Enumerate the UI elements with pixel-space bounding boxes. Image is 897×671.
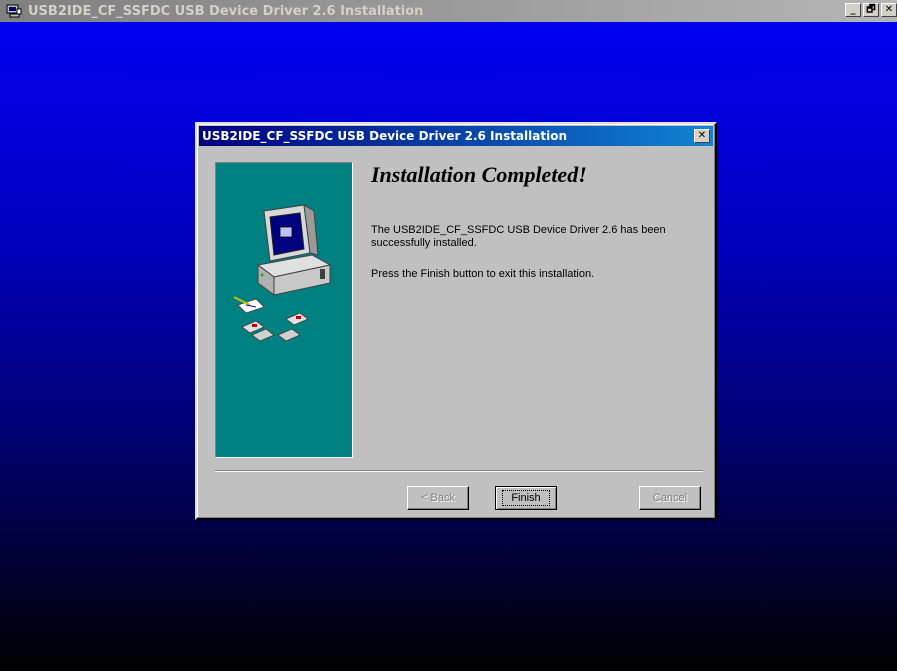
completion-heading: Installation Completed! <box>371 162 587 187</box>
dialog-titlebar[interactable]: USB2IDE_CF_SSFDC USB Device Driver 2.6 I… <box>199 126 713 146</box>
restore-button[interactable]: 🗗 <box>863 3 879 17</box>
finish-button-label: Finish <box>502 490 550 506</box>
dialog-close-button[interactable]: ✕ <box>694 129 710 143</box>
dialog-title: USB2IDE_CF_SSFDC USB Device Driver 2.6 I… <box>202 129 568 143</box>
setup-illustration-panel <box>215 162 353 458</box>
setup-icon[interactable] <box>6 3 22 19</box>
outer-window-controls: _ 🗗 ✕ <box>845 3 897 17</box>
installation-dialog: USB2IDE_CF_SSFDC USB Device Driver 2.6 I… <box>195 122 717 520</box>
button-separator <box>215 470 703 472</box>
finish-instruction: Press the Finish button to exit this ins… <box>371 268 595 280</box>
back-button-label: < Back <box>421 492 455 504</box>
outer-window-titlebar: USB2IDE_CF_SSFDC USB Device Driver 2.6 I… <box>0 0 897 22</box>
success-message: The USB2IDE_CF_SSFDC USB Device Driver 2… <box>371 224 666 249</box>
cancel-button[interactable]: Cancel <box>639 486 701 510</box>
close-button[interactable]: ✕ <box>881 3 897 17</box>
outer-window-title: USB2IDE_CF_SSFDC USB Device Driver 2.6 I… <box>28 3 424 19</box>
minimize-button[interactable]: _ <box>845 3 861 17</box>
computer-with-disks-icon <box>234 204 332 342</box>
cancel-button-label: Cancel <box>652 492 688 504</box>
finish-button[interactable]: Finish <box>495 486 557 510</box>
back-button[interactable]: < Back <box>407 486 469 510</box>
